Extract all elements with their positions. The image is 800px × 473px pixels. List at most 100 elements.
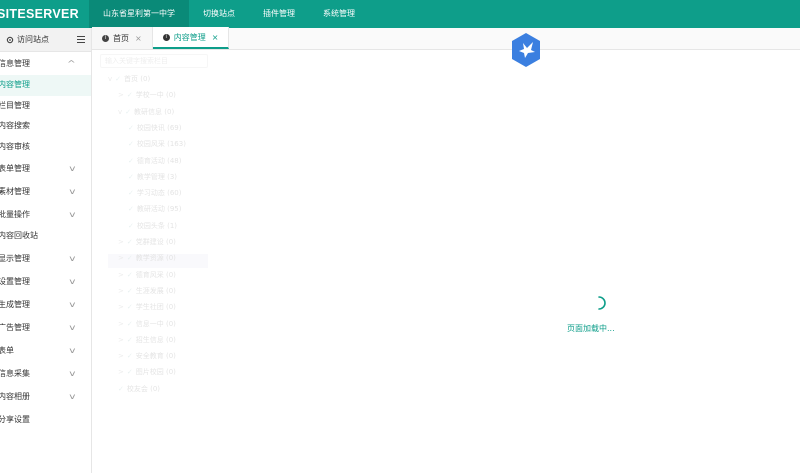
top-nav-item[interactable]: 山东省星利第一中学 — [89, 0, 189, 28]
tree-node[interactable]: > ✓ 图片校园 (0) — [118, 365, 176, 379]
tree-node-label: 学校一中 (0) — [135, 91, 176, 100]
hamburger-menu-icon[interactable] — [77, 36, 85, 43]
sidebar-group-label: 信息采集 — [0, 368, 30, 378]
tab-content-management[interactable]: i 内容管理 × — [152, 27, 230, 49]
tab-home[interactable]: i 首页 × — [92, 27, 153, 49]
tree-node[interactable]: ✓ 校友会 (0) — [118, 382, 160, 396]
caret-down-icon[interactable]: v — [118, 108, 122, 116]
sidebar-group-label: 设置管理 — [0, 276, 30, 286]
visit-site-label: 访问站点 — [17, 35, 49, 44]
check-icon: ✓ — [126, 352, 133, 361]
tree-node[interactable]: > ✓ 招生信息 (0) — [118, 333, 176, 347]
loading-text: 页面加载中... — [567, 324, 615, 333]
top-nav-item[interactable]: 切换站点 — [189, 0, 249, 28]
chevron-down-icon: v — [69, 299, 76, 309]
caret-right-icon[interactable]: > — [118, 254, 124, 262]
sidebar-group-label: 生成管理 — [0, 299, 30, 309]
tree-node-label: 图片校园 (0) — [135, 368, 176, 377]
tree-node[interactable]: > ✓ 德育风采 (0) — [118, 268, 176, 282]
tree-node[interactable]: ✓ 校园头条 (1) — [128, 219, 177, 233]
sidebar-group[interactable]: 广告管理 v — [0, 316, 91, 339]
close-icon[interactable]: × — [135, 34, 142, 43]
chevron-down-icon: v — [69, 210, 76, 219]
site-logo[interactable]: SITESERVER — [0, 0, 89, 28]
tree-node[interactable]: > ✓ 教学资源 (0) — [118, 251, 176, 265]
tree-node[interactable]: > ✓ 党群建设 (0) — [118, 235, 176, 249]
tree-node-label: 德育活动 (48) — [136, 156, 182, 165]
tree-node[interactable]: ✓ 校园风采 (163) — [128, 137, 186, 151]
tree-node[interactable]: ✓ 德育活动 (48) — [128, 154, 181, 168]
sidebar-group[interactable]: 生成管理 v — [0, 293, 91, 316]
sidebar-group-label: 内容相册 — [0, 391, 30, 401]
close-icon[interactable]: × — [212, 33, 219, 42]
check-icon: ✓ — [126, 368, 133, 377]
sidebar-item[interactable]: 栏目管理 — [0, 96, 91, 117]
tree-node[interactable]: ✓ 教学管理 (3) — [128, 170, 177, 184]
sidebar-menu: 信息管理 ^ 内容管理 栏目管理 内容搜索 内容审核 表单管理 v 素材管理 v 批量操作 v 内容回收… — [0, 52, 91, 431]
sidebar-group[interactable]: 表单管理 v — [0, 157, 91, 180]
tree-node[interactable]: v ✓ 教研信息 (0) — [118, 105, 174, 119]
check-icon: ✓ — [128, 221, 134, 230]
tree-node[interactable]: ✓ 校园快讯 (69) — [128, 121, 181, 135]
tree-node-label: 教学资源 (0) — [135, 254, 176, 263]
check-icon: ✓ — [126, 270, 133, 279]
check-icon: ✓ — [126, 319, 133, 328]
chevron-up-icon: ^ — [67, 59, 77, 68]
channel-search-input[interactable]: 输入关键字搜索栏目 — [100, 54, 208, 68]
top-nav-item[interactable]: 插件管理 — [249, 0, 309, 28]
sidebar-item[interactable]: 内容审核 — [0, 137, 91, 158]
check-icon: ✓ — [126, 303, 133, 312]
sidebar-group-label: 素材管理 — [0, 187, 30, 196]
siteserver-bird-logo-icon — [512, 33, 540, 67]
top-nav-item[interactable]: 系统管理 — [309, 0, 369, 28]
caret-down-icon[interactable]: v — [108, 75, 112, 83]
tree-node[interactable]: ✓ 学习动态 (60) — [128, 186, 181, 200]
content-area: 输入关键字搜索栏目 v ✓ 首页 (0) > ✓ 学校一中 (0) v ✓ 教研信息 (0) ✓ 校… — [92, 33, 800, 473]
sidebar-group[interactable]: 内容相册 v — [0, 385, 91, 408]
caret-right-icon[interactable]: > — [118, 91, 124, 99]
sidebar: 访问站点 信息管理 ^ 内容管理 栏目管理 内容搜索 内容审核 表单管理 v 素材管理 v 批量操作… — [0, 28, 92, 473]
sidebar-group[interactable]: 显示管理 v — [0, 247, 91, 270]
caret-right-icon[interactable]: > — [118, 238, 124, 246]
check-icon: ✓ — [115, 75, 122, 83]
tree-node-label: 安全教育 (0) — [135, 352, 176, 361]
info-circle-icon: i — [102, 34, 109, 42]
tree-node-label: 校园风采 (163) — [136, 140, 186, 149]
sidebar-header: 访问站点 — [0, 28, 91, 52]
top-nav: 山东省星利第一中学 切换站点 插件管理 系统管理 — [89, 0, 369, 28]
tree-node[interactable]: > ✓ 安全教育 (0) — [118, 349, 176, 363]
visit-site-button[interactable]: 访问站点 — [6, 34, 49, 45]
caret-right-icon[interactable]: > — [118, 352, 124, 360]
sidebar-group[interactable]: 信息管理 ^ — [0, 52, 91, 75]
tree-node[interactable]: v ✓ 首页 (0) — [108, 72, 150, 86]
sidebar-item-recycle-bin[interactable]: 内容回收站 — [0, 226, 91, 247]
sidebar-group-label: 批量操作 — [0, 210, 30, 219]
caret-right-icon[interactable]: > — [118, 287, 124, 295]
caret-right-icon[interactable]: > — [118, 320, 124, 328]
check-icon: ✓ — [128, 189, 134, 198]
tree-node[interactable]: > ✓ 学生社团 (0) — [118, 300, 176, 314]
check-icon: ✓ — [126, 91, 133, 100]
sidebar-item[interactable]: 内容管理 — [0, 75, 91, 96]
sidebar-group[interactable]: 批量操作 v — [0, 203, 91, 226]
caret-right-icon[interactable]: > — [118, 368, 124, 376]
tree-node-label: 德育风采 (0) — [135, 270, 176, 279]
caret-right-icon[interactable]: > — [118, 303, 124, 311]
tree-node-label: 首页 (0) — [124, 75, 151, 83]
tree-node-label: 校友会 (0) — [126, 384, 161, 393]
caret-right-icon[interactable]: > — [118, 336, 124, 344]
check-icon: ✓ — [128, 156, 134, 165]
caret-right-icon[interactable]: > — [118, 271, 124, 279]
tree-node[interactable]: > ✓ 学校一中 (0) — [118, 88, 176, 102]
tree-node[interactable]: ✓ 教研活动 (95) — [128, 202, 181, 216]
sidebar-group[interactable]: 信息采集 v — [0, 362, 91, 385]
sidebar-group[interactable]: 分享设置 — [0, 408, 91, 431]
sidebar-group[interactable]: 设置管理 v — [0, 270, 91, 293]
tree-node[interactable]: > ✓ 生涯发展 (0) — [118, 284, 176, 298]
sidebar-group[interactable]: 素材管理 v — [0, 180, 91, 203]
chevron-down-icon: v — [69, 345, 76, 355]
sidebar-group[interactable]: 表单 v — [0, 339, 91, 362]
gear-icon — [6, 36, 14, 43]
tree-node[interactable]: > ✓ 信息一中 (0) — [118, 317, 176, 331]
sidebar-item[interactable]: 内容搜索 — [0, 116, 91, 137]
